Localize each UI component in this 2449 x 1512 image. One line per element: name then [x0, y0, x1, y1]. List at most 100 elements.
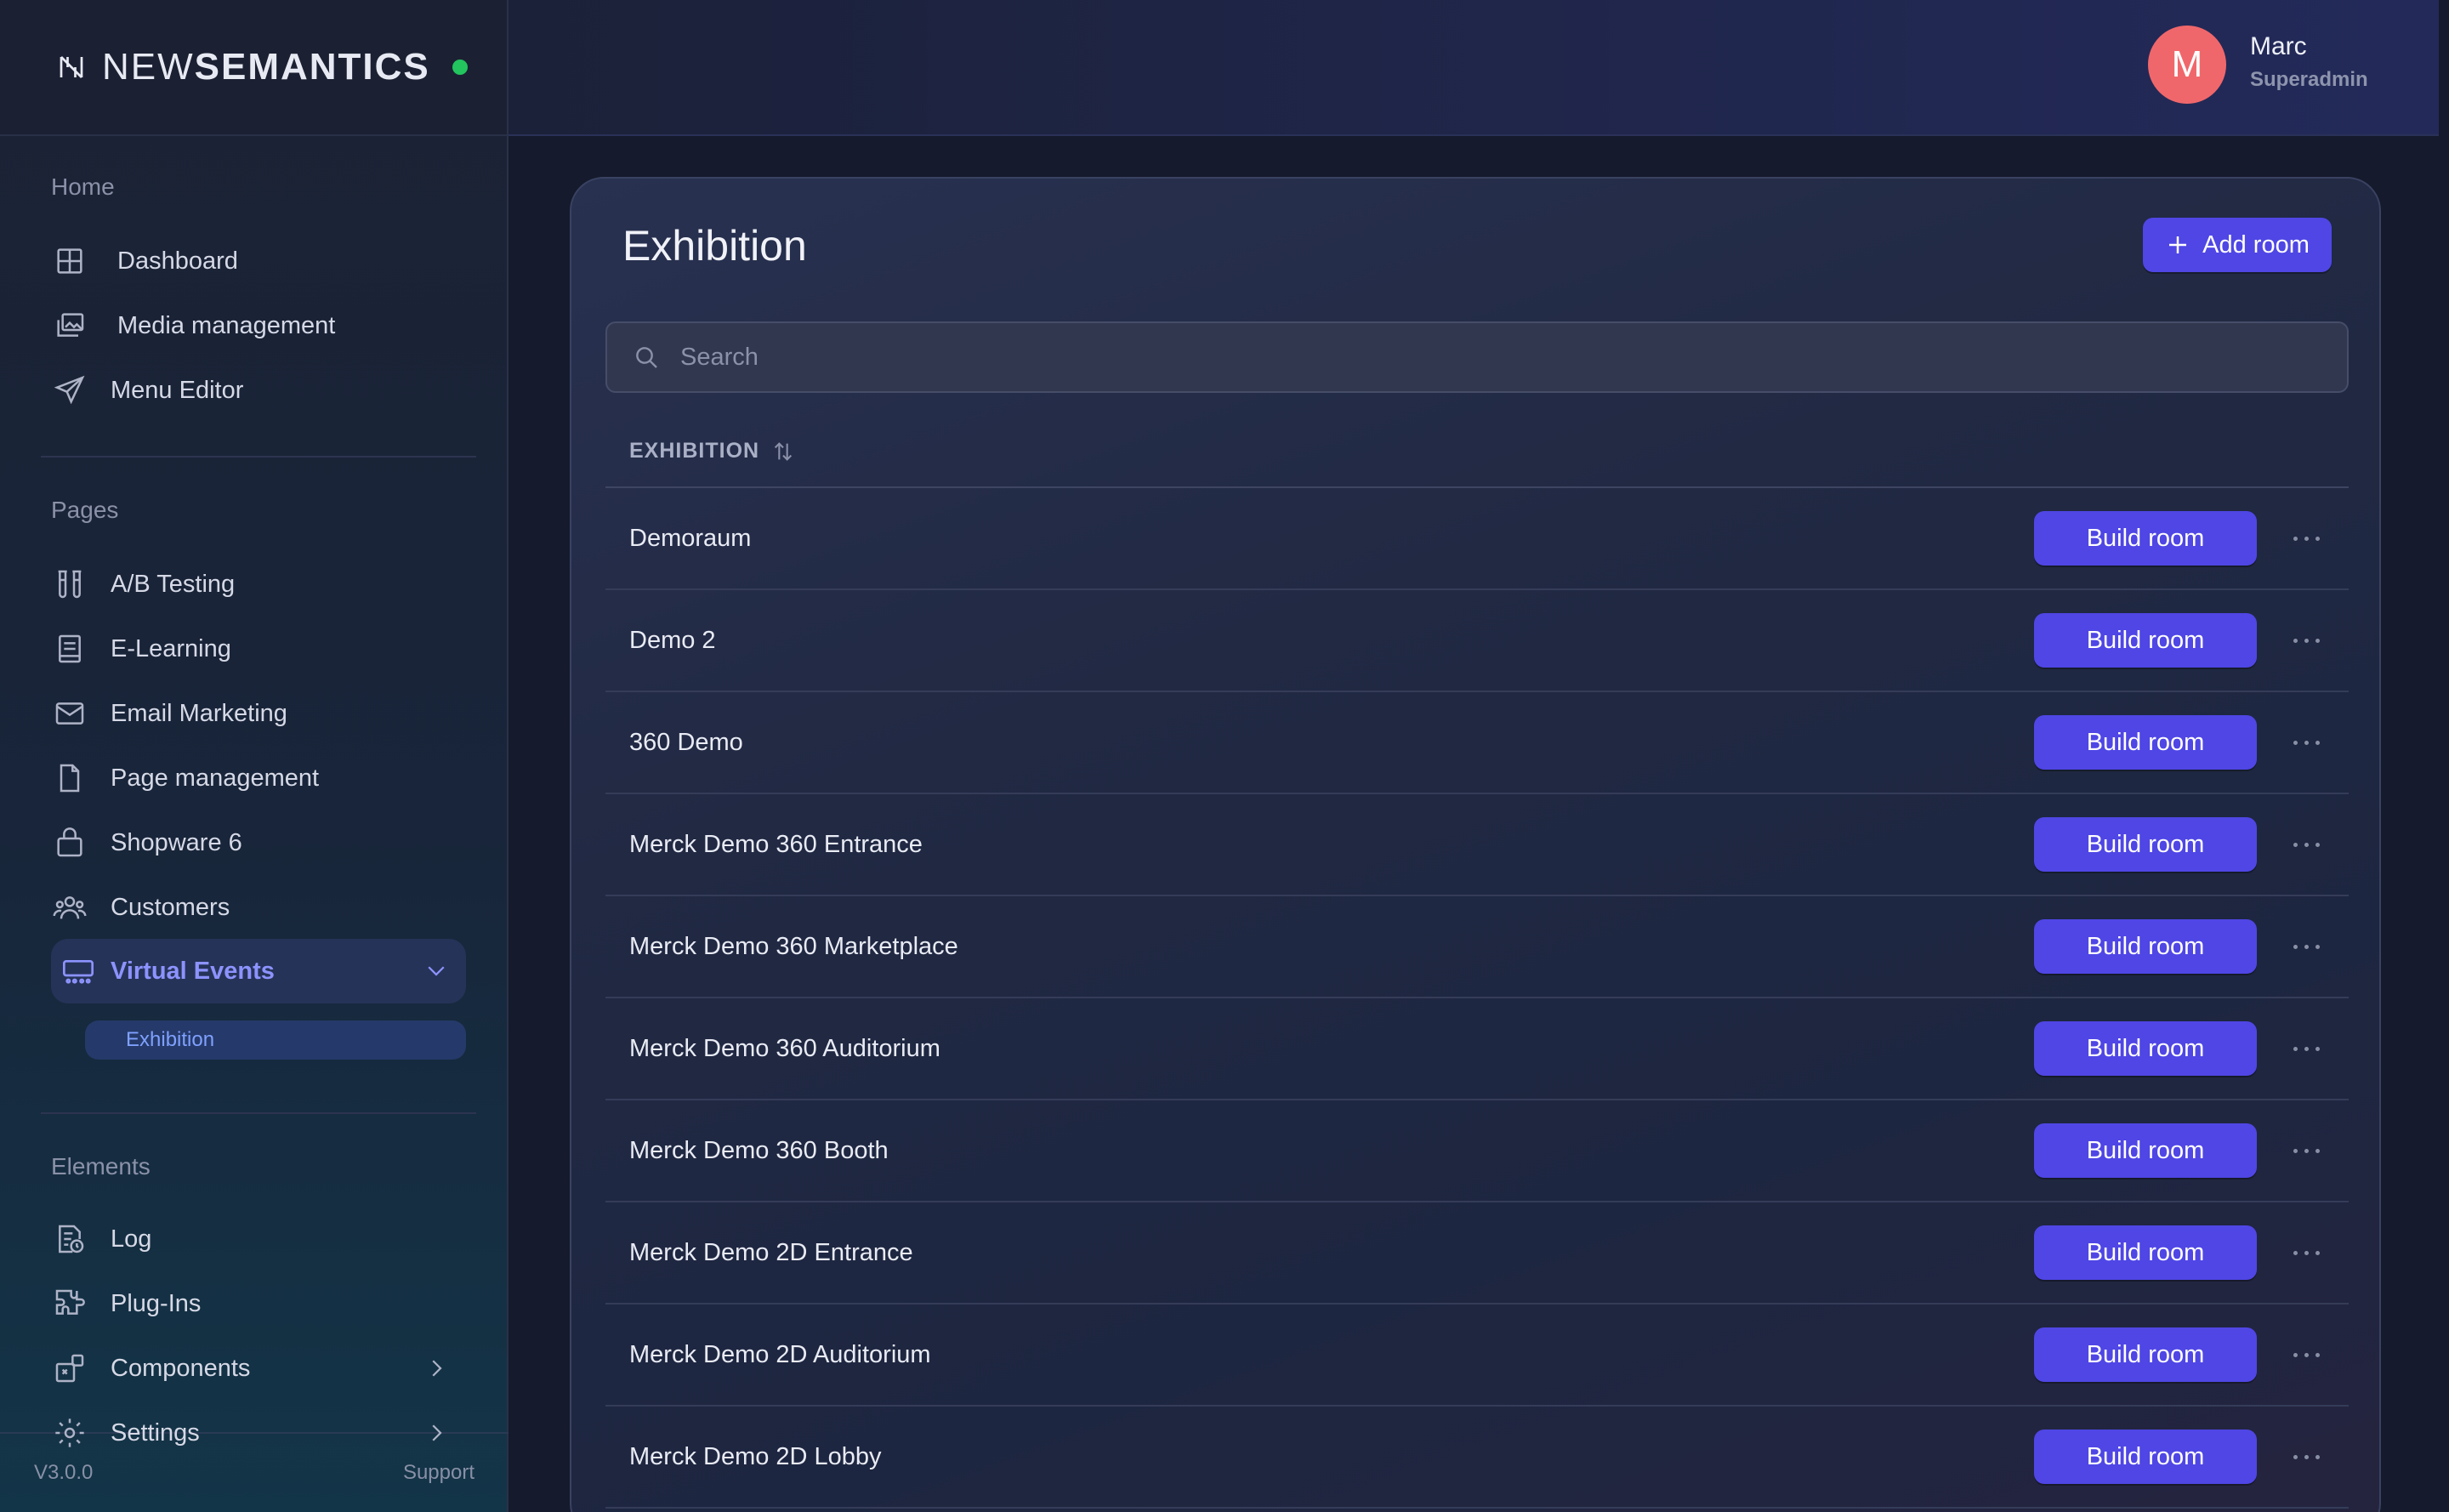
build-room-button[interactable]: Build room [2034, 715, 2257, 770]
table-row: Merck Demo 360 Booth Build room [605, 1100, 2349, 1202]
more-options-icon[interactable] [2281, 1440, 2332, 1474]
user-name: Marc [2250, 32, 2307, 60]
build-room-button[interactable]: Build room [2034, 613, 2257, 668]
page-title: Exhibition [622, 222, 807, 270]
sidebar-divider [41, 456, 476, 458]
book-icon [51, 630, 88, 668]
section-label-home: Home [51, 173, 115, 200]
sidebar-item-log[interactable]: Log [51, 1211, 466, 1267]
room-name: Merck Demo 360 Entrance [629, 830, 923, 858]
gear-icon [51, 1414, 88, 1452]
sort-icon [775, 441, 793, 461]
more-options-icon[interactable] [2281, 1338, 2332, 1372]
sidebar-item-label: Media management [117, 311, 336, 339]
sidebar-item-components[interactable]: Components [51, 1340, 466, 1396]
build-room-button[interactable]: Build room [2034, 817, 2257, 872]
sidebar-item-e-learning[interactable]: E-Learning [51, 621, 466, 677]
sidebar-item-label: Menu Editor [111, 376, 244, 404]
brand-name-light: NEW [102, 46, 195, 88]
sidebar-subitem-exhibition[interactable]: Exhibition [85, 1020, 466, 1060]
sidebar-item-page-management[interactable]: Page management [51, 750, 466, 806]
build-room-button[interactable]: Build room [2034, 1123, 2257, 1178]
send-icon [51, 372, 88, 409]
sidebar-item-label: Page management [111, 764, 320, 792]
column-header-exhibition[interactable]: EXHIBITION [629, 439, 795, 463]
table-row: Merck Demo 360 Marketplace Build room [605, 896, 2349, 998]
test-tubes-icon [51, 566, 88, 603]
more-options-icon[interactable] [2281, 1236, 2332, 1270]
events-icon [60, 952, 97, 990]
sidebar-divider [41, 1112, 476, 1114]
add-room-button[interactable]: Add room [2143, 218, 2332, 272]
grid-icon [51, 242, 88, 280]
brand-header: NEWSEMANTICS [0, 0, 507, 136]
build-room-button[interactable]: Build room [2034, 1430, 2257, 1484]
more-options-icon[interactable] [2281, 827, 2332, 861]
room-name: Merck Demo 2D Entrance [629, 1238, 913, 1266]
more-options-icon[interactable] [2281, 929, 2332, 963]
users-icon [51, 889, 88, 926]
sidebar-item-label: Dashboard [117, 247, 238, 275]
table-row: Merck Demo 2D Entrance Build room [605, 1202, 2349, 1305]
sidebar-item-settings[interactable]: Settings [51, 1405, 466, 1461]
add-room-label: Add room [2202, 230, 2310, 259]
exhibition-list: Demoraum Build room Demo 2 Build room 360 De… [605, 488, 2349, 1509]
puzzle-icon [51, 1285, 88, 1322]
shopping-bag-icon [51, 824, 88, 861]
build-room-button[interactable]: Build room [2034, 511, 2257, 566]
components-icon [51, 1350, 88, 1387]
sidebar-item-label: A/B Testing [111, 570, 236, 598]
sidebar-item-label: Log [111, 1225, 152, 1253]
chevron-right-icon [432, 1360, 442, 1377]
build-room-button[interactable]: Build room [2034, 1021, 2257, 1076]
more-options-icon[interactable] [2281, 725, 2332, 759]
support-link[interactable]: Support [403, 1461, 474, 1485]
room-name: Demo 2 [629, 626, 716, 654]
table-row: Merck Demo 360 Entrance Build room [605, 794, 2349, 896]
sidebar-item-label: Virtual Events [111, 957, 275, 985]
table-row: Demo 2 Build room [605, 590, 2349, 692]
build-room-button[interactable]: Build room [2034, 919, 2257, 974]
table-row: Demoraum Build room [605, 488, 2349, 590]
sidebar-item-label: Settings [111, 1418, 200, 1447]
sidebar-item-label: Plug-Ins [111, 1289, 202, 1317]
sidebar-item-dashboard[interactable]: Dashboard [51, 233, 466, 289]
images-icon [51, 307, 88, 344]
sidebar-item-plug-ins[interactable]: Plug-Ins [51, 1276, 466, 1332]
top-bar: M Marc Superadmin [509, 0, 2439, 136]
more-options-icon[interactable] [2281, 521, 2332, 555]
search-icon [636, 347, 657, 368]
room-name: Merck Demo 2D Lobby [629, 1442, 882, 1470]
brand-name-bold: SEMANTICS [194, 46, 430, 88]
file-icon [51, 759, 88, 797]
exhibition-panel: Exhibition Add room EXHIBITION Demoraum B… [570, 177, 2381, 1512]
sidebar: NEWSEMANTICS Home Dashboard Media manage… [0, 0, 509, 1512]
more-options-icon[interactable] [2281, 1032, 2332, 1066]
room-name: Merck Demo 360 Auditorium [629, 1034, 940, 1062]
table-row: 360 Demo Build room [605, 692, 2349, 794]
user-role: Superadmin [2250, 68, 2368, 91]
more-options-icon[interactable] [2281, 1134, 2332, 1168]
sidebar-item-label: Components [111, 1354, 251, 1382]
mail-icon [51, 695, 88, 732]
sidebar-item-virtual-events[interactable]: Virtual Events [51, 939, 466, 1003]
room-name: Merck Demo 360 Booth [629, 1136, 889, 1164]
build-room-button[interactable]: Build room [2034, 1225, 2257, 1280]
sidebar-item-label: Email Marketing [111, 699, 287, 727]
avatar[interactable]: M [2148, 26, 2226, 104]
sidebar-item-shopware[interactable]: Shopware 6 [51, 815, 466, 871]
log-icon [51, 1220, 88, 1258]
build-room-button[interactable]: Build room [2034, 1327, 2257, 1382]
sidebar-item-customers[interactable]: Customers [51, 879, 466, 935]
room-name: Merck Demo 2D Auditorium [629, 1340, 931, 1368]
plus-icon [2169, 236, 2187, 253]
sidebar-item-media-management[interactable]: Media management [51, 298, 466, 354]
search-bar [605, 321, 2349, 393]
search-input[interactable] [680, 343, 2296, 372]
section-label-elements: Elements [51, 1153, 151, 1179]
more-options-icon[interactable] [2281, 623, 2332, 657]
sidebar-item-menu-editor[interactable]: Menu Editor [51, 362, 466, 418]
sidebar-item-ab-testing[interactable]: A/B Testing [51, 556, 466, 612]
table-row: Merck Demo 2D Lobby Build room [605, 1407, 2349, 1509]
sidebar-item-email-marketing[interactable]: Email Marketing [51, 685, 466, 742]
